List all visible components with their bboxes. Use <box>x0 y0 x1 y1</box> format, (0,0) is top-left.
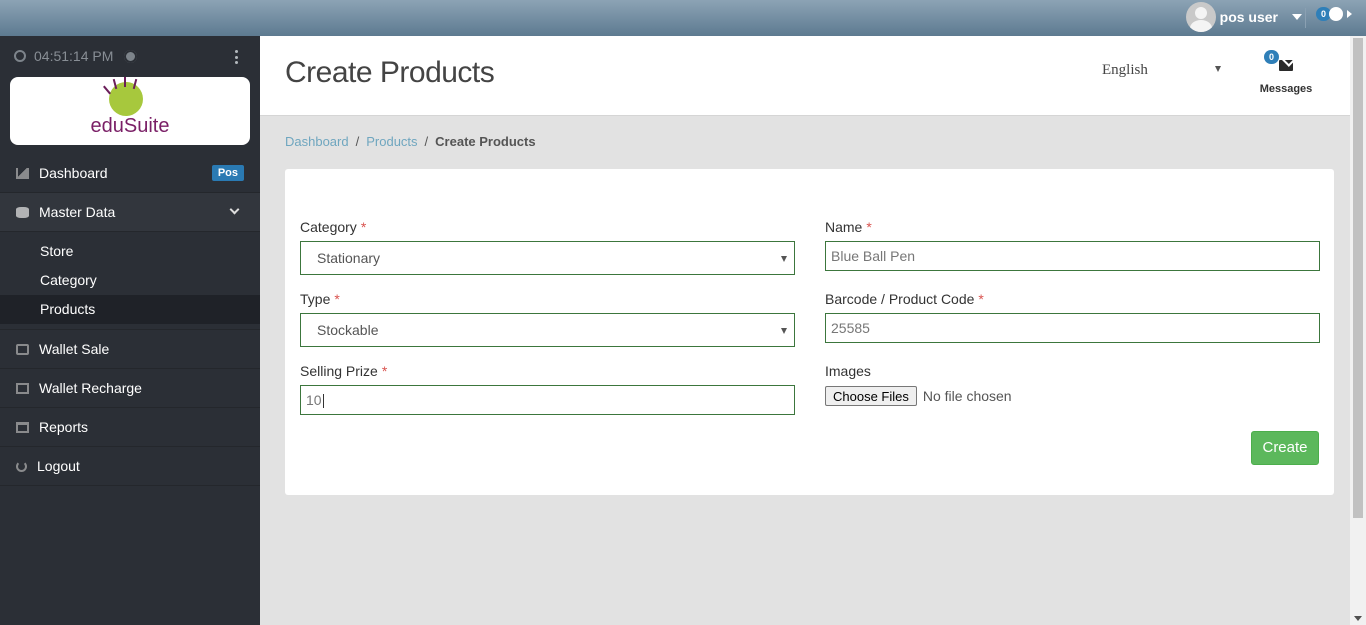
file-input: Choose Files No file chosen <box>825 385 1320 407</box>
breadcrumb-link-products[interactable]: Products <box>366 134 417 149</box>
cash-icon <box>16 343 29 355</box>
sidebar-item-label: Wallet Sale <box>39 341 110 357</box>
notification-icon <box>1329 7 1343 21</box>
sidebar-subitem-category[interactable]: Category <box>0 266 260 295</box>
envelope-icon <box>1279 60 1293 71</box>
messages-label: Messages <box>1259 83 1313 95</box>
barcode-field: Barcode / Product Code * 25585 <box>825 291 1320 343</box>
sidebar-item-label: Dashboard <box>39 165 108 181</box>
logo-text: eduSuite <box>90 115 170 137</box>
clock-icon <box>14 50 26 62</box>
messages-badge: 0 <box>1264 50 1280 64</box>
user-menu[interactable]: pos user <box>1185 2 1302 32</box>
images-label: Images <box>825 363 871 379</box>
caret-down-icon <box>1215 66 1221 72</box>
sidebar-item-logout[interactable]: Logout <box>0 447 260 486</box>
sidebar-top: 04:51:14 PM <box>0 36 260 76</box>
selling-prize-label: Selling Prize * <box>300 363 388 379</box>
product-form: Category * Stationary Name * Blue Ball Pen… <box>285 169 1334 495</box>
scroll-down-icon[interactable] <box>1354 616 1362 621</box>
sidebar-item-wallet-recharge[interactable]: Wallet Recharge <box>0 369 260 408</box>
top-bar: pos user 0 <box>0 0 1366 36</box>
breadcrumb-link-dashboard[interactable]: Dashboard <box>285 134 349 149</box>
scrollbar[interactable] <box>1350 36 1366 625</box>
sidebar-item-label: Wallet Recharge <box>39 380 142 396</box>
avatar <box>1185 2 1216 32</box>
breadcrumb-current: Create Products <box>435 134 536 149</box>
clock-time: 04:51:14 PM <box>34 48 114 64</box>
sidebar-item-wallet-sale[interactable]: Wallet Sale <box>0 330 260 369</box>
sidebar-subitem-store[interactable]: Store <box>0 237 260 266</box>
kebab-menu-icon[interactable] <box>234 50 238 64</box>
caret-down-icon <box>1292 14 1302 20</box>
chart-icon <box>16 167 29 179</box>
chevron-down-icon <box>229 204 240 215</box>
category-label: Category * <box>300 219 367 235</box>
images-field: Images Choose Files No file chosen <box>825 363 1320 407</box>
category-select[interactable]: Stationary <box>300 241 795 275</box>
type-select[interactable]: Stockable <box>300 313 795 347</box>
caret-right-icon <box>1347 10 1352 18</box>
scrollbar-thumb[interactable] <box>1353 38 1363 518</box>
sidebar-item-label: Reports <box>39 419 89 435</box>
breadcrumb: Dashboard / Products / Create Products <box>285 134 536 149</box>
file-status: No file chosen <box>922 388 1012 404</box>
type-label: Type * <box>300 291 340 307</box>
selling-prize-field: Selling Prize * 10 <box>300 363 795 415</box>
create-button[interactable]: Create <box>1251 431 1319 465</box>
notification-toggle[interactable]: 0 <box>1315 7 1352 21</box>
gear-icon[interactable] <box>124 50 137 63</box>
folder-icon <box>16 421 29 433</box>
page-header: Create Products English 0 Messages <box>260 36 1350 116</box>
category-field: Category * Stationary <box>300 219 795 275</box>
master-data-submenu: Store Category Products <box>0 232 260 330</box>
name-input[interactable]: Blue Ball Pen <box>825 241 1320 271</box>
sidebar-item-label: Logout <box>37 458 80 474</box>
main-content: Create Products English 0 Messages Dashb… <box>260 36 1350 625</box>
breadcrumb-separator: / <box>424 134 429 149</box>
breadcrumb-separator: / <box>355 134 360 149</box>
database-icon <box>16 206 29 218</box>
sidebar-item-label: Master Data <box>39 204 116 220</box>
clock: 04:51:14 PM <box>14 48 113 64</box>
divider <box>1305 8 1306 28</box>
sidebar-nav: Dashboard Pos Master Data Store Category… <box>0 154 260 486</box>
sidebar-item-reports[interactable]: Reports <box>0 408 260 447</box>
name-label: Name * <box>825 219 872 235</box>
language-select[interactable]: English <box>1102 62 1222 79</box>
sidebar-item-dashboard[interactable]: Dashboard Pos <box>0 154 260 193</box>
sidebar: 04:51:14 PM eduSuite Dashboard Pos Maste… <box>0 36 260 625</box>
barcode-input[interactable]: 25585 <box>825 313 1320 343</box>
checkbox-icon <box>16 382 29 394</box>
power-icon <box>16 460 27 472</box>
sidebar-subitem-products[interactable]: Products <box>0 295 260 324</box>
choose-files-button[interactable]: Choose Files <box>825 386 917 406</box>
page-title: Create Products <box>285 56 495 89</box>
name-field: Name * Blue Ball Pen <box>825 219 1320 271</box>
sidebar-item-master-data[interactable]: Master Data <box>0 193 260 232</box>
pos-badge: Pos <box>211 165 244 181</box>
type-field: Type * Stockable <box>300 291 795 347</box>
barcode-label: Barcode / Product Code * <box>825 291 984 307</box>
logo: eduSuite <box>10 77 250 145</box>
selling-prize-input[interactable]: 10 <box>300 385 795 415</box>
user-name: pos user <box>1219 9 1278 25</box>
